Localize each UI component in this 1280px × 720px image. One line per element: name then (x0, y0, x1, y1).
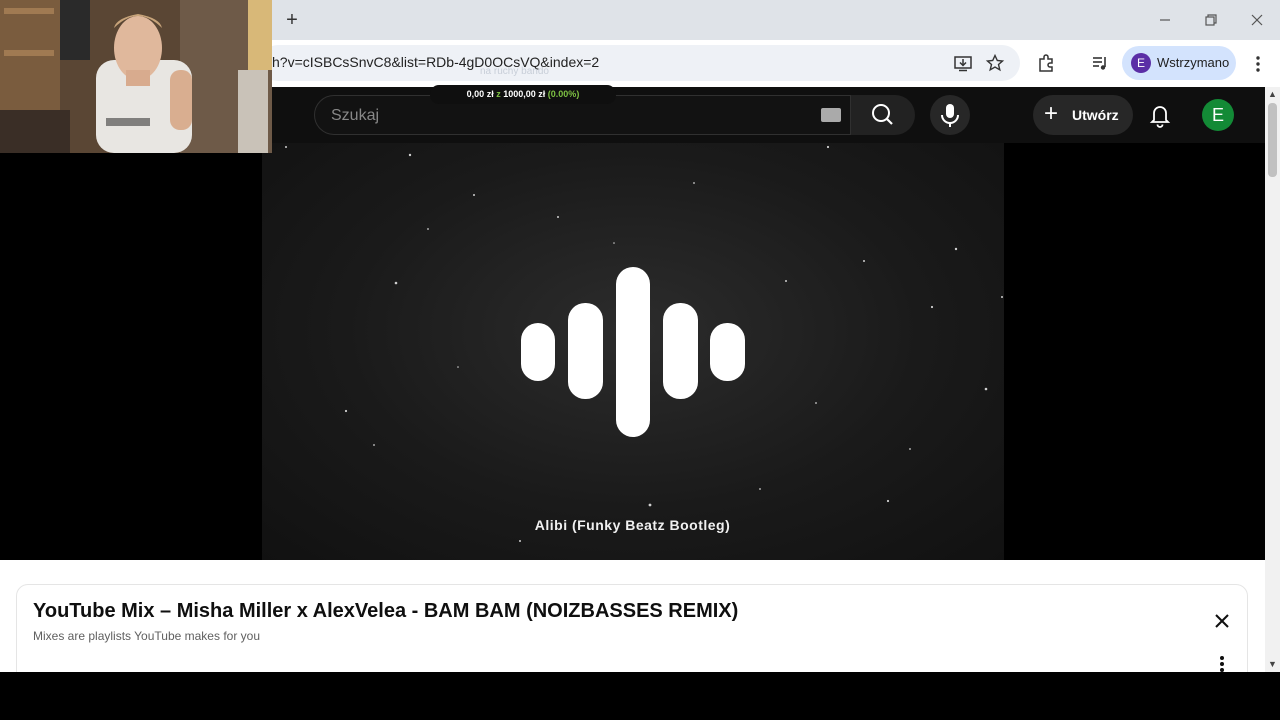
keyboard-icon[interactable] (821, 108, 841, 122)
account-avatar[interactable]: E (1202, 99, 1234, 131)
equalizer-logo-icon (521, 267, 745, 437)
search-placeholder: Szukaj (331, 107, 380, 124)
create-label: Utwórz (1072, 107, 1119, 123)
bottom-black-bar (0, 672, 1280, 720)
screen: + h?v=cISBCsSnvC8&list=RDb-4gD0OCsVQ&ind… (0, 0, 1280, 720)
media-control-icon[interactable] (1090, 53, 1110, 73)
minimize-icon[interactable] (1155, 10, 1175, 30)
close-icon[interactable] (1247, 10, 1267, 30)
voice-search-button[interactable] (930, 95, 970, 135)
profile-button[interactable]: E Wstrzymano (1122, 46, 1236, 80)
video-player[interactable]: Alibi (Funky Beatz Bootleg) (0, 143, 1265, 560)
goal-amount: 0,00 zł (466, 89, 494, 99)
goal-total: 1000,00 zł (503, 89, 546, 99)
profile-status-label: Wstrzymano (1157, 55, 1230, 70)
webcam-overlay (0, 0, 272, 153)
scroll-down-icon[interactable]: ▼ (1268, 660, 1277, 669)
close-icon[interactable] (1211, 610, 1233, 632)
search-icon (872, 104, 893, 125)
goal-of: z (496, 89, 501, 99)
youtube-header: Szukaj + Utwórz E (272, 87, 1265, 143)
url-text[interactable]: h?v=cISBCsSnvC8&list=RDb-4gD0OCsVQ&index… (272, 54, 599, 70)
scrollbar-thumb[interactable] (1268, 103, 1277, 177)
webcam-person-image (0, 0, 272, 153)
scroll-up-icon[interactable]: ▲ (1268, 90, 1277, 99)
donation-goal-pill: 0,00 zł z 1000,00 zł (0.00%) (430, 85, 616, 104)
goal-percent: (0.00%) (547, 89, 580, 99)
below-player: YouTube Mix – Misha Miller x AlexVelea -… (0, 560, 1265, 684)
mix-playlist-panel: YouTube Mix – Misha Miller x AlexVelea -… (16, 584, 1248, 684)
search-button[interactable] (851, 95, 915, 135)
bell-icon[interactable] (1148, 101, 1172, 129)
profile-avatar: E (1131, 53, 1151, 73)
mix-subtitle: Mixes are playlists YouTube makes for yo… (33, 629, 260, 643)
star-icon[interactable] (985, 53, 1005, 73)
page-scrollbar[interactable]: ▲ ▼ (1265, 87, 1280, 672)
install-icon[interactable] (953, 53, 973, 73)
menu-icon[interactable] (1250, 54, 1266, 74)
more-options-icon[interactable] (1217, 654, 1227, 674)
song-title: Alibi (Funky Beatz Bootleg) (534, 517, 731, 533)
mix-title[interactable]: YouTube Mix – Misha Miller x AlexVelea -… (33, 600, 738, 623)
extensions-icon[interactable] (1036, 53, 1056, 73)
overlay-ghost-text: na ruchy bando (480, 66, 549, 77)
plus-icon: + (1044, 100, 1059, 127)
new-tab-button[interactable]: + (282, 9, 302, 31)
create-button[interactable]: + Utwórz (1033, 95, 1133, 135)
restore-icon[interactable] (1201, 10, 1221, 30)
mic-icon (941, 104, 959, 127)
address-bar[interactable]: h?v=cISBCsSnvC8&list=RDb-4gD0OCsVQ&index… (260, 45, 1020, 81)
